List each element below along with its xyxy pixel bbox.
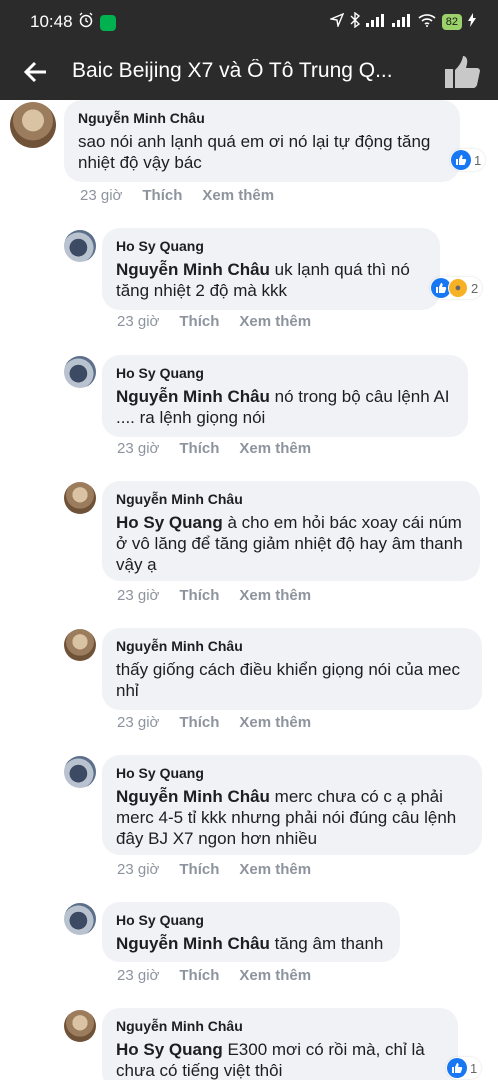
- comment-meta: 23 giờ Thích Xem thêm: [117, 587, 311, 604]
- location-icon: [328, 12, 345, 30]
- app-bar: Baic Beijing X7 và Ô Tô Trung Q...: [0, 44, 498, 100]
- like-button[interactable]: Thích: [179, 440, 219, 457]
- see-more-button[interactable]: Xem thêm: [202, 187, 274, 204]
- comment-author[interactable]: Ho Sy Quang: [116, 365, 454, 381]
- comment-time: 23 giờ: [117, 313, 160, 330]
- mention[interactable]: Ho Sy Quang: [116, 513, 223, 532]
- thumbs-up-icon[interactable]: [444, 54, 482, 90]
- like-reaction-icon: [451, 150, 471, 170]
- comment-feed[interactable]: Nguyễn Minh Châu sao nói anh lạnh quá em…: [0, 100, 498, 1080]
- comment-time: 23 giờ: [117, 587, 160, 604]
- like-button[interactable]: Thích: [179, 861, 219, 878]
- like-reaction-icon: [447, 1058, 467, 1078]
- battery-icon: 82: [441, 13, 462, 30]
- comment-time: 23 giờ: [117, 861, 160, 878]
- see-more-button[interactable]: Xem thêm: [239, 313, 311, 330]
- comment-meta: 23 giờ Thích Xem thêm: [80, 187, 274, 204]
- comment-author[interactable]: Nguyễn Minh Châu: [116, 1018, 444, 1034]
- see-more-button[interactable]: Xem thêm: [239, 440, 311, 457]
- mention[interactable]: Nguyễn Minh Châu: [116, 260, 270, 279]
- comment-meta: 23 giờ Thích Xem thêm: [117, 313, 311, 330]
- comment-time: 23 giờ: [117, 714, 160, 731]
- signal-icon: [365, 13, 386, 30]
- comment-bubble[interactable]: Ho Sy Quang Nguyễn Minh Châu nó trong bộ…: [102, 355, 468, 437]
- comment-bubble[interactable]: Nguyễn Minh Châu Ho Sy Quang à cho em hỏ…: [102, 481, 480, 581]
- mention[interactable]: Nguyễn Minh Châu: [116, 387, 270, 406]
- comment-meta: 23 giờ Thích Xem thêm: [117, 861, 311, 878]
- avatar[interactable]: [64, 1010, 96, 1042]
- comment-meta: 23 giờ Thích Xem thêm: [117, 967, 311, 984]
- comment-author[interactable]: Nguyễn Minh Châu: [78, 110, 446, 126]
- avatar[interactable]: [64, 356, 96, 388]
- see-more-button[interactable]: Xem thêm: [239, 967, 311, 984]
- page-title: Baic Beijing X7 và Ô Tô Trung Q...: [72, 59, 393, 82]
- avatar[interactable]: [10, 102, 56, 148]
- reaction-count: 2: [471, 280, 479, 296]
- status-time: 10:48: [30, 12, 73, 31]
- reaction-count: 1: [474, 152, 482, 168]
- reaction-count: 1: [470, 1060, 478, 1076]
- reaction-summary[interactable]: 1: [450, 149, 486, 171]
- see-more-button[interactable]: Xem thêm: [239, 587, 311, 604]
- comment-bubble[interactable]: Nguyễn Minh Châu Ho Sy Quang E300 mơi có…: [102, 1008, 458, 1080]
- comment-meta: 23 giờ Thích Xem thêm: [117, 714, 311, 731]
- comment-bubble[interactable]: Ho Sy Quang Nguyễn Minh Châu tăng âm tha…: [102, 902, 400, 962]
- comment-meta: 23 giờ Thích Xem thêm: [117, 440, 311, 457]
- comment-bubble[interactable]: Nguyễn Minh Châu sao nói anh lạnh quá em…: [64, 100, 460, 182]
- comment-bubble[interactable]: Ho Sy Quang Nguyễn Minh Châu merc chưa c…: [102, 755, 482, 855]
- back-arrow-icon[interactable]: [22, 58, 50, 86]
- like-button[interactable]: Thích: [179, 967, 219, 984]
- comment-author[interactable]: Nguyễn Minh Châu: [116, 638, 468, 654]
- comment-author[interactable]: Ho Sy Quang: [116, 912, 386, 928]
- avatar[interactable]: [64, 756, 96, 788]
- avatar[interactable]: [64, 629, 96, 661]
- comment-author[interactable]: Ho Sy Quang: [116, 765, 468, 781]
- comment-bubble[interactable]: Ho Sy Quang Nguyễn Minh Châu uk lạnh quá…: [102, 228, 440, 310]
- comment-author[interactable]: Nguyễn Minh Châu: [116, 491, 466, 507]
- wifi-icon: [418, 13, 436, 30]
- bluetooth-icon: [350, 11, 360, 31]
- comment-bubble[interactable]: Nguyễn Minh Châu thấy giống cách điều kh…: [102, 628, 482, 710]
- comment-text: tăng âm thanh: [269, 934, 384, 953]
- comment-time: 23 giờ: [117, 967, 160, 984]
- status-bar: 10:48 82: [0, 0, 498, 44]
- comment-time: 23 giờ: [117, 440, 160, 457]
- comment-author[interactable]: Ho Sy Quang: [116, 238, 426, 254]
- grab-app-icon: [100, 14, 116, 31]
- see-more-button[interactable]: Xem thêm: [239, 714, 311, 731]
- like-button[interactable]: Thích: [142, 187, 182, 204]
- avatar[interactable]: [64, 903, 96, 935]
- see-more-button[interactable]: Xem thêm: [239, 861, 311, 878]
- comment-text: thấy giống cách điều khiển giọng nói của…: [116, 660, 461, 700]
- signal-icon: [391, 13, 412, 30]
- reaction-summary[interactable]: 1: [446, 1057, 482, 1079]
- comment-text: sao nói anh lạnh quá em ơi nó lại tự độn…: [78, 132, 431, 172]
- mention[interactable]: Nguyễn Minh Châu: [116, 787, 270, 806]
- like-button[interactable]: Thích: [179, 714, 219, 731]
- mention[interactable]: Ho Sy Quang: [116, 1040, 223, 1059]
- avatar[interactable]: [64, 230, 96, 262]
- like-button[interactable]: Thích: [179, 313, 219, 330]
- like-button[interactable]: Thích: [179, 587, 219, 604]
- comment-time: 23 giờ: [80, 187, 123, 204]
- alarm-icon: [78, 12, 94, 33]
- wow-reaction-icon: ●: [448, 278, 468, 298]
- reaction-summary[interactable]: ● 2: [430, 277, 483, 299]
- mention[interactable]: Nguyễn Minh Châu: [116, 934, 270, 953]
- avatar[interactable]: [64, 482, 96, 514]
- charging-icon: [468, 13, 476, 30]
